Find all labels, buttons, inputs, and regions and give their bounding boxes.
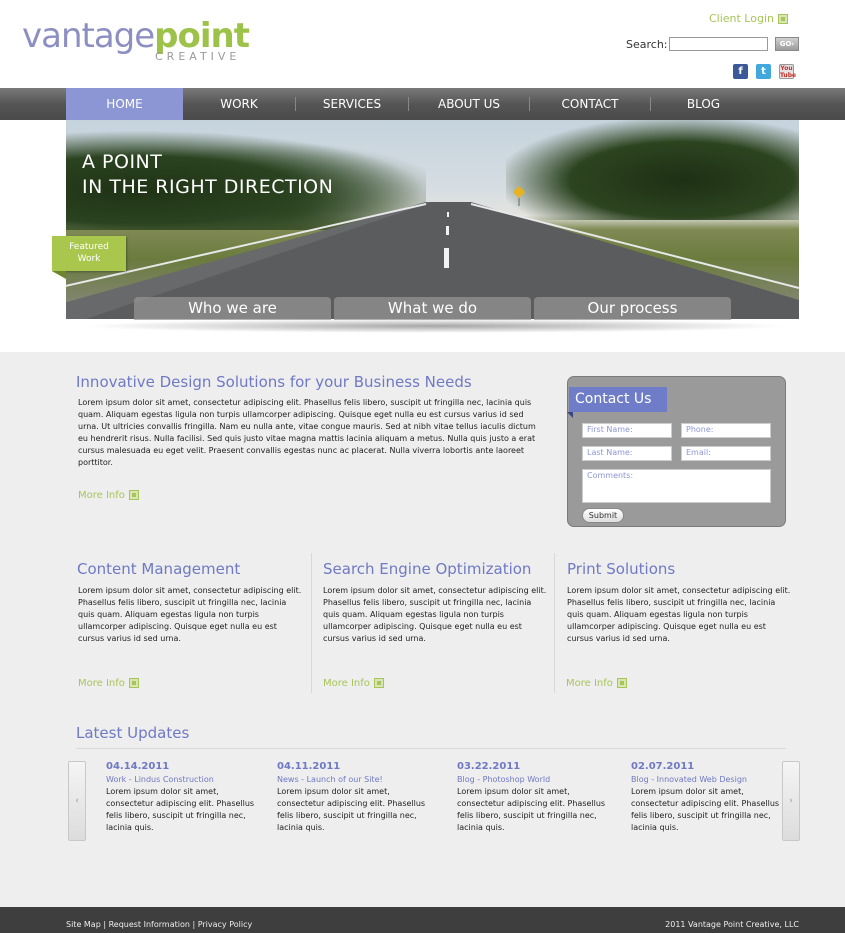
update-date: 02.07.2011: [631, 761, 695, 772]
updates-divider: [76, 748, 786, 749]
featured-line2: Work: [77, 254, 101, 264]
hero-shadow: [80, 319, 790, 333]
search-go-button[interactable]: GO›: [775, 37, 799, 51]
login-icon: [778, 14, 788, 24]
update-body: Lorem ipsum dolor sit amet, consectetur …: [277, 787, 426, 832]
hero-tagline-line2: IN THE RIGHT DIRECTION: [82, 176, 334, 198]
seo-body: Lorem ipsum dolor sit amet, consectetur …: [323, 586, 547, 643]
more-info-icon: [616, 678, 627, 688]
nav-work[interactable]: WORK: [183, 88, 295, 120]
twitter-icon[interactable]: t: [756, 64, 771, 79]
contact-title: Contact Us: [569, 387, 667, 412]
client-login-link[interactable]: Client Login: [709, 12, 788, 25]
comments-field[interactable]: Comments:: [582, 469, 771, 503]
seo-title: Search Engine Optimization: [323, 560, 532, 578]
update-item[interactable]: 02.07.2011 Blog - Innovated Web Design L…: [631, 760, 781, 834]
search-label: Search:: [626, 38, 668, 51]
more-info-icon: [373, 678, 384, 688]
footer-links[interactable]: Site Map | Request Information | Privacy…: [66, 920, 252, 930]
nav-home[interactable]: HOME: [66, 88, 183, 120]
more-info-icon: [128, 490, 139, 500]
youtube-icon[interactable]: You Tube: [779, 64, 796, 79]
hero-tagline-line1: A POINT: [82, 151, 163, 173]
phone-field[interactable]: Phone:: [681, 423, 771, 438]
featured-work-tag[interactable]: Featured Work: [52, 236, 126, 271]
intro-more-info-link[interactable]: More Info: [78, 490, 139, 501]
first-name-field[interactable]: First Name:: [582, 423, 672, 438]
update-item[interactable]: 03.22.2011 Blog - Photoshop World Lorem …: [457, 760, 607, 834]
more-info-label: More Info: [566, 678, 613, 689]
intro-body: Lorem ipsum dolor sit amet, consectetur …: [78, 398, 536, 467]
logo-creative: CREATIVE: [155, 50, 241, 63]
update-body: Lorem ipsum dolor sit amet, consectetur …: [631, 787, 780, 832]
seo-more-link[interactable]: More Info: [323, 678, 384, 689]
update-date: 03.22.2011: [457, 761, 521, 772]
arrow-right-icon[interactable]: ›: [782, 761, 800, 841]
update-item[interactable]: 04.14.2011 Work - Lindus Construction Lo…: [106, 760, 256, 834]
facebook-icon[interactable]: f: [733, 64, 748, 79]
main-nav: HOME WORK SERVICES ABOUT US CONTACT BLOG: [0, 88, 845, 120]
hero-road-graphic: [66, 186, 799, 319]
update-subtitle: Work - Lindus Construction: [106, 775, 214, 784]
featured-line1: Featured: [69, 242, 109, 252]
search-input[interactable]: [669, 37, 768, 51]
update-subtitle: Blog - Photoshop World: [457, 775, 551, 784]
email-field[interactable]: Email:: [681, 446, 771, 461]
column-divider: [554, 553, 555, 693]
tab-what-we-do[interactable]: What we do: [334, 297, 531, 320]
footer-copyright: 2011 Vantage Point Creative, LLC: [665, 920, 799, 929]
update-body: Lorem ipsum dolor sit amet, consectetur …: [457, 787, 606, 832]
update-subtitle: Blog - Innovated Web Design: [631, 775, 747, 784]
print-solutions-title: Print Solutions: [567, 560, 676, 578]
content-management-more-link[interactable]: More Info: [78, 678, 139, 689]
tab-our-process[interactable]: Our process: [534, 297, 731, 320]
more-info-label: More Info: [78, 678, 125, 689]
latest-updates-title: Latest Updates: [76, 724, 190, 742]
more-info-label: More Info: [323, 678, 370, 689]
tab-who-we-are[interactable]: Who we are: [134, 297, 331, 320]
site-header: vantagepoint CREATIVE Client Login Searc…: [0, 0, 845, 88]
update-date: 04.11.2011: [277, 761, 341, 772]
column-divider: [311, 553, 312, 693]
update-body: Lorem ipsum dolor sit amet, consectetur …: [106, 787, 255, 832]
featured-tag-fold: [52, 271, 66, 279]
contact-title-fold: [567, 412, 573, 418]
arrow-left-icon[interactable]: ‹: [68, 761, 86, 841]
more-info-label: More Info: [78, 490, 125, 501]
content-management-body: Lorem ipsum dolor sit amet, consectetur …: [78, 586, 302, 643]
update-item[interactable]: 04.11.2011 News - Launch of our Site! Lo…: [277, 760, 427, 834]
logo-vantage: vantage: [22, 16, 155, 56]
update-date: 04.14.2011: [106, 761, 170, 772]
more-info-icon: [128, 678, 139, 688]
print-solutions-body: Lorem ipsum dolor sit amet, consectetur …: [567, 586, 791, 643]
submit-button[interactable]: Submit: [582, 508, 624, 523]
hero-banner: A POINT IN THE RIGHT DIRECTION: [66, 120, 799, 319]
nav-contact[interactable]: CONTACT: [530, 88, 650, 120]
intro-title: Innovative Design Solutions for your Bus…: [76, 373, 472, 391]
update-subtitle: News - Launch of our Site!: [277, 775, 383, 784]
print-solutions-more-link[interactable]: More Info: [566, 678, 627, 689]
nav-blog[interactable]: BLOG: [651, 88, 756, 120]
nav-about-us[interactable]: ABOUT US: [409, 88, 529, 120]
client-login-label: Client Login: [708, 12, 774, 25]
last-name-field[interactable]: Last Name:: [582, 446, 672, 461]
content-management-title: Content Management: [77, 560, 241, 578]
nav-services[interactable]: SERVICES: [296, 88, 408, 120]
